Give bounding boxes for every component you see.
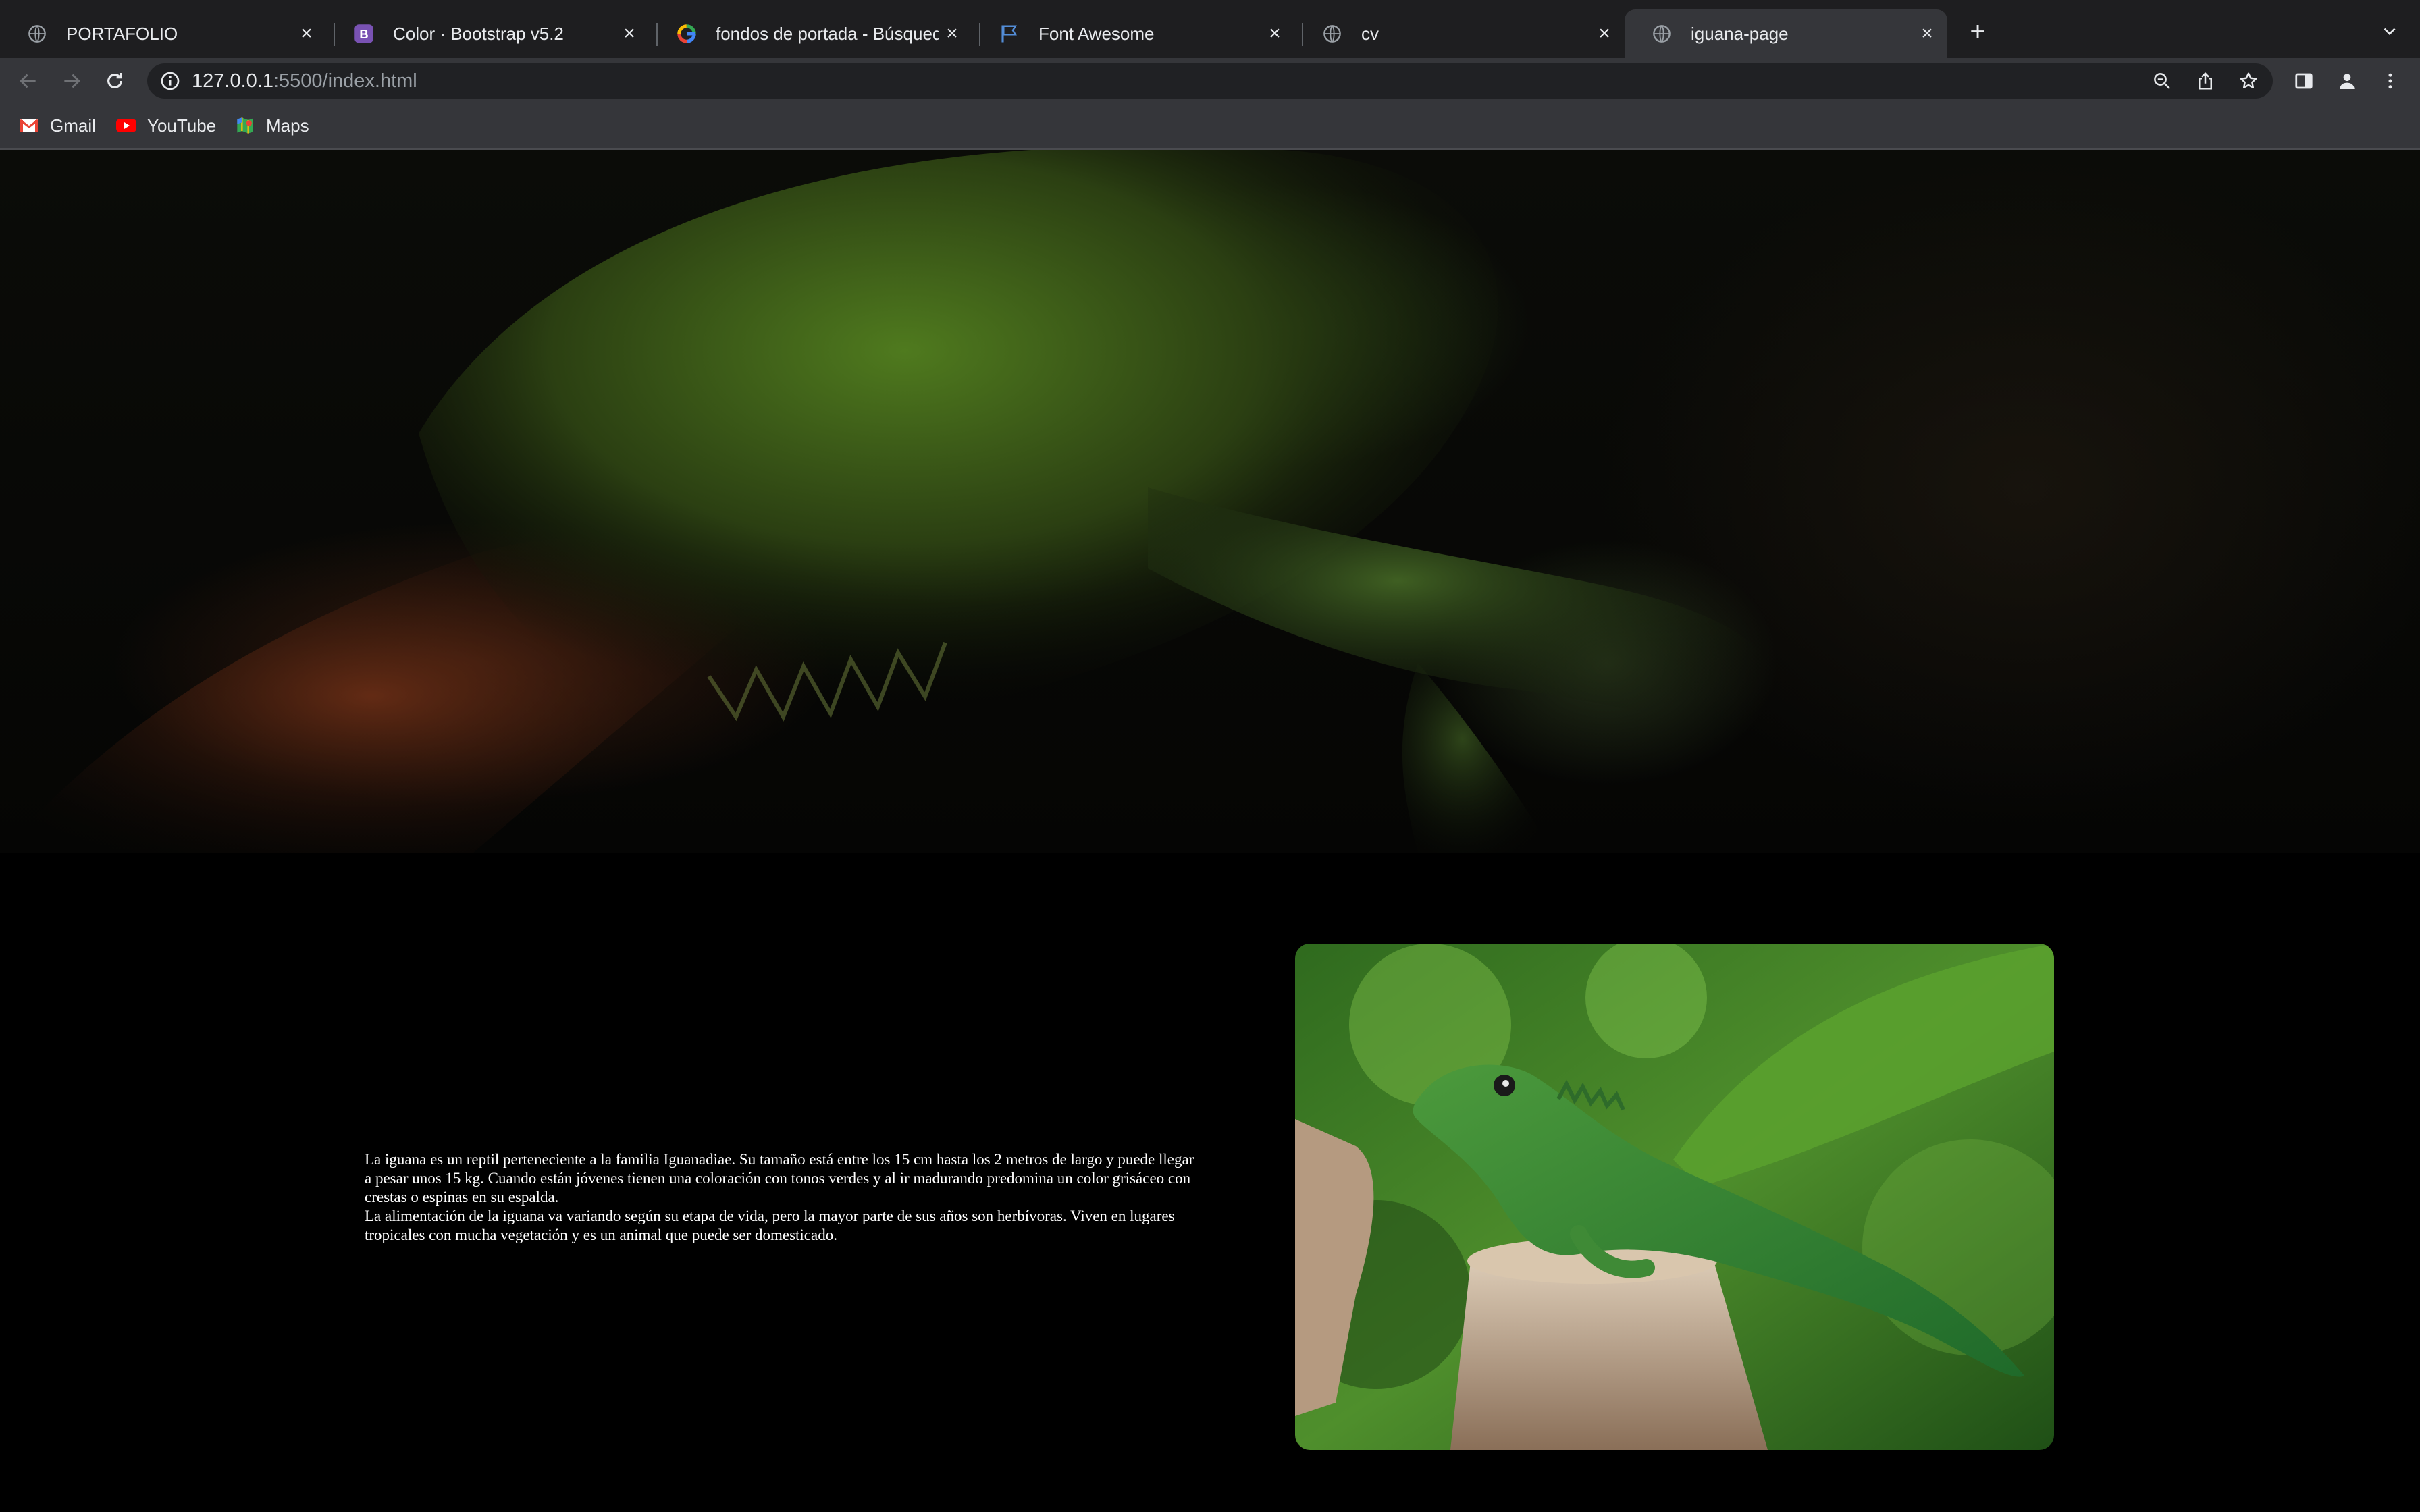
profile-avatar-icon[interactable] — [2331, 65, 2363, 97]
bookmark-label: Maps — [266, 115, 309, 136]
tab-title: Color · Bootstrap v5.2 — [393, 23, 564, 44]
site-info-icon[interactable] — [159, 70, 181, 92]
close-tab-icon[interactable]: × — [939, 20, 966, 47]
tab-title: iguana-page — [1691, 23, 1789, 44]
url-host: 127.0.0.1 — [192, 70, 273, 92]
youtube-icon — [116, 115, 136, 136]
google-icon — [677, 24, 697, 44]
back-button[interactable] — [12, 65, 45, 97]
forward-button[interactable] — [55, 65, 88, 97]
description-paragraph-2: La alimentación de la iguana va variando… — [365, 1208, 1175, 1243]
tab-title: cv — [1361, 23, 1379, 44]
address-bar[interactable]: 127.0.0.1:5500/index.html — [147, 63, 2273, 99]
tab-title: Font Awesome — [1038, 23, 1155, 44]
bookmark-maps[interactable]: Maps — [235, 112, 309, 139]
tab-iguana-page[interactable]: iguana-page × — [1625, 9, 1947, 58]
close-tab-icon[interactable]: × — [1914, 20, 1941, 47]
description-paragraph-1: La iguana es un reptil perteneciente a l… — [365, 1151, 1194, 1206]
bookmark-star-icon[interactable] — [2236, 69, 2261, 93]
iguana-cover-illustration — [0, 150, 1773, 853]
browser-chrome: PORTAFOLIO × B Color · Bootstrap v5.2 × … — [0, 0, 2420, 150]
iguana-photo — [1295, 944, 2054, 1450]
maps-icon — [235, 115, 255, 136]
side-panel-icon[interactable] — [2288, 65, 2320, 97]
tab-search-chevron-icon[interactable] — [2374, 16, 2405, 47]
close-tab-icon[interactable]: × — [293, 20, 320, 47]
main-content: La iguana es un reptil perteneciente a l… — [0, 853, 2420, 1512]
globe-icon — [1652, 24, 1672, 44]
tab-font-awesome[interactable]: Font Awesome × — [972, 9, 1295, 58]
globe-icon — [1322, 24, 1342, 44]
close-tab-icon[interactable]: × — [1591, 20, 1618, 47]
bootstrap-icon: B — [354, 24, 374, 44]
iguana-description: La iguana es un reptil perteneciente a l… — [365, 1150, 1195, 1245]
gmail-icon — [19, 115, 39, 136]
tab-title: PORTAFOLIO — [66, 23, 178, 44]
tab-strip: PORTAFOLIO × B Color · Bootstrap v5.2 × … — [0, 0, 2420, 58]
bookmark-youtube[interactable]: YouTube — [116, 112, 216, 139]
url-path: :5500/index.html — [273, 70, 417, 92]
bookmark-gmail[interactable]: Gmail — [19, 112, 96, 139]
close-tab-icon[interactable]: × — [616, 20, 643, 47]
hero-cover-image — [0, 150, 2420, 853]
tab-cv[interactable]: cv × — [1295, 9, 1625, 58]
zoom-icon[interactable] — [2150, 69, 2174, 93]
reload-button[interactable] — [99, 65, 131, 97]
svg-text:B: B — [359, 27, 369, 41]
tab-title: fondos de portada - Búsqueda — [716, 23, 939, 44]
bookmark-label: YouTube — [147, 115, 217, 136]
flag-icon — [999, 24, 1020, 44]
tab-portafolio[interactable]: PORTAFOLIO × — [0, 9, 327, 58]
globe-icon — [27, 24, 47, 44]
tab-google-search[interactable]: fondos de portada - Búsqueda × — [650, 9, 972, 58]
new-tab-button[interactable]: + — [1962, 16, 1993, 47]
browser-menu-icon[interactable] — [2374, 65, 2406, 97]
close-tab-icon[interactable]: × — [1261, 20, 1288, 47]
tab-bootstrap[interactable]: B Color · Bootstrap v5.2 × — [327, 9, 650, 58]
bookmarks-bar: Gmail YouTube Maps — [0, 104, 2420, 150]
browser-toolbar: 127.0.0.1:5500/index.html — [0, 58, 2420, 104]
share-icon[interactable] — [2193, 69, 2217, 93]
url-text[interactable]: 127.0.0.1:5500/index.html — [192, 63, 417, 99]
bookmark-label: Gmail — [50, 115, 96, 136]
